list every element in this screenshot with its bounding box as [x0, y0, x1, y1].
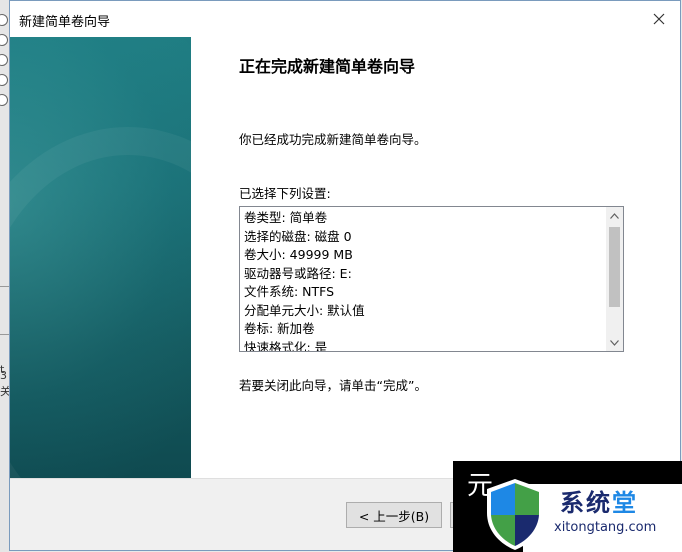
- watermark-overlay: 元 系统堂 xitongtang.com: [453, 461, 682, 552]
- chevron-up-icon: [610, 212, 619, 219]
- summary-line: 文件系统: NTFS: [244, 284, 335, 299]
- settings-summary-box[interactable]: 卷类型: 简单卷 选择的磁盘: 磁盘 0 卷大小: 49999 MB 驱动器号或…: [239, 206, 624, 352]
- summary-line: 卷大小: 49999 MB: [244, 247, 353, 262]
- close-hint: 若要关闭此向导，请单击“完成”。: [239, 378, 427, 393]
- watermark-site-name: 系统堂: [560, 483, 638, 518]
- watermark-name-accent: 堂: [612, 489, 638, 517]
- background-text-fragment: 3: [0, 369, 7, 382]
- summary-line: 快速格式化: 是: [244, 339, 328, 352]
- summary-line: 驱动器号或路径: E:: [244, 265, 352, 281]
- wizard-side-banner: [10, 37, 191, 478]
- summary-line: 卷类型: 简单卷: [244, 210, 328, 225]
- banner-decoration: [10, 127, 191, 478]
- page-title: 正在完成新建简单卷向导: [239, 57, 416, 76]
- scroll-thumb[interactable]: [609, 227, 620, 307]
- success-message: 你已经成功完成新建简单卷向导。: [239, 132, 427, 147]
- wizard-content: 正在完成新建简单卷向导 你已经成功完成新建简单卷向导。 已选择下列设置: 卷类型…: [191, 37, 680, 478]
- summary-list: 卷类型: 简单卷 选择的磁盘: 磁盘 0 卷大小: 49999 MB 驱动器号或…: [244, 209, 604, 352]
- background-radio: [0, 34, 8, 46]
- watermark-name-main: 系统: [560, 489, 612, 517]
- close-icon: [653, 13, 665, 25]
- close-button[interactable]: [646, 7, 672, 31]
- background-radio: [0, 14, 8, 26]
- chevron-down-icon: [610, 339, 619, 346]
- back-button[interactable]: < 上一步(B): [346, 502, 442, 528]
- scroll-up-button[interactable]: [606, 207, 623, 224]
- shield-icon: [487, 479, 543, 550]
- summary-line: 卷标: 新加卷: [244, 321, 315, 336]
- settings-label: 已选择下列设置:: [239, 186, 331, 201]
- summary-line: 选择的磁盘: 磁盘 0: [244, 228, 352, 244]
- background-radio: [0, 94, 8, 106]
- scroll-down-button[interactable]: [606, 334, 623, 351]
- background-radio: [0, 54, 8, 66]
- window-title: 新建简单卷向导: [19, 15, 111, 30]
- watermark-domain: xitongtang.com: [554, 520, 657, 535]
- summary-line: 分配单元大小: 默认值: [244, 302, 365, 318]
- vertical-scrollbar[interactable]: [606, 207, 623, 351]
- title-bar[interactable]: 新建简单卷向导: [10, 1, 680, 37]
- background-radio: [0, 74, 8, 86]
